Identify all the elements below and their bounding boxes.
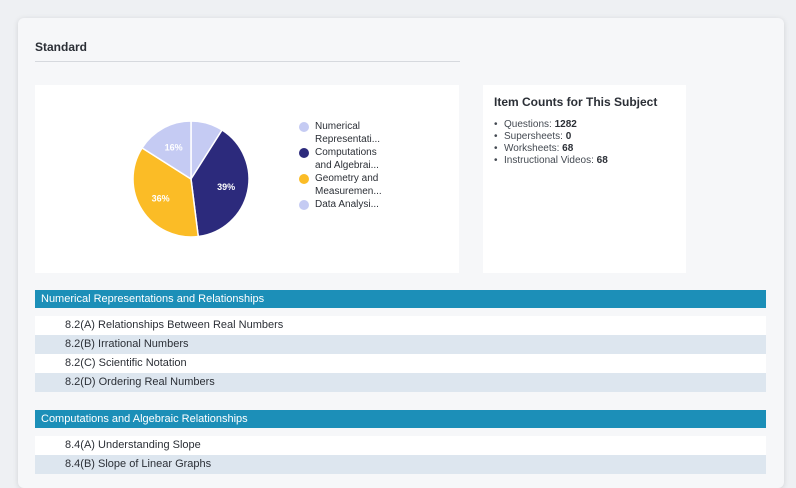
item-counts-card: Item Counts for This Subject • Questions:… <box>483 85 686 273</box>
count-label: Supersheets: <box>504 131 566 142</box>
pie-slice-label: 39% <box>217 182 235 192</box>
section-header[interactable]: Numerical Representations and Relationsh… <box>35 290 766 308</box>
standard-row[interactable]: 8.2(C) Scientific Notation <box>35 354 766 373</box>
count-label: Worksheets: <box>504 143 563 154</box>
count-item-worksheets: • Worksheets: 68 <box>494 143 574 154</box>
legend-label: and Algebrai... <box>315 159 379 171</box>
legend-item[interactable]: Geometry and Measuremen... <box>299 173 409 198</box>
count-value: 68 <box>562 143 574 154</box>
standard-row[interactable]: 8.2(D) Ordering Real Numbers <box>35 373 766 392</box>
legend-item[interactable]: Data Analysi... <box>299 199 409 212</box>
count-value: 1282 <box>554 119 577 130</box>
legend-swatch <box>299 122 309 132</box>
count-item-questions: • Questions: 1282 <box>494 119 577 130</box>
count-value: 68 <box>596 155 608 166</box>
pie-slice-label: 36% <box>152 193 170 203</box>
title-divider <box>35 61 460 62</box>
legend-item[interactable]: Numerical Representati... <box>299 121 409 146</box>
count-label: Instructional Videos: <box>504 155 597 166</box>
standard-row[interactable]: 8.2(B) Irrational Numbers <box>35 335 766 354</box>
legend-label: Geometry and <box>315 173 379 184</box>
standard-panel: Standard 39% 36% 16% Numerical Representati… <box>18 18 784 488</box>
legend-item[interactable]: Computations and Algebrai... <box>299 147 409 172</box>
standard-row[interactable]: 8.4(A) Understanding Slope <box>35 436 766 455</box>
legend-label: Representati... <box>315 133 381 145</box>
item-counts-title: Item Counts for This Subject <box>494 95 658 109</box>
pie-slice-label: 16% <box>165 142 183 152</box>
count-label: Questions: <box>504 119 555 130</box>
pie-chart: 39% 36% 16% <box>132 120 250 238</box>
count-item-supersheets: • Supersheets: 0 <box>494 131 572 142</box>
standard-row[interactable]: 8.4(B) Slope of Linear Graphs <box>35 455 766 474</box>
pie-chart-card: 39% 36% 16% Numerical Representati... Comput… <box>35 85 459 273</box>
count-item-videos: • Instructional Videos: 68 <box>494 155 608 166</box>
chart-legend: Numerical Representati... Computations and … <box>299 121 409 213</box>
legend-label: Numerical <box>315 121 361 132</box>
legend-swatch <box>299 148 309 158</box>
standard-row[interactable]: 8.2(A) Relationships Between Real Number… <box>35 316 766 335</box>
legend-swatch <box>299 174 309 184</box>
legend-label: Measuremen... <box>315 185 382 197</box>
legend-label: Computations <box>315 147 377 158</box>
section-numerical: Numerical Representations and Relationsh… <box>35 290 766 392</box>
page-title: Standard <box>35 40 88 54</box>
legend-swatch <box>299 200 309 210</box>
section-header[interactable]: Computations and Algebraic Relationships <box>35 410 766 428</box>
count-value: 0 <box>565 131 572 142</box>
section-computations: Computations and Algebraic Relationships… <box>35 410 766 474</box>
item-counts-list: • Questions: 1282 • Supersheets: 0 • Worksh… <box>494 119 608 167</box>
legend-label: Data Analysi... <box>315 199 379 210</box>
